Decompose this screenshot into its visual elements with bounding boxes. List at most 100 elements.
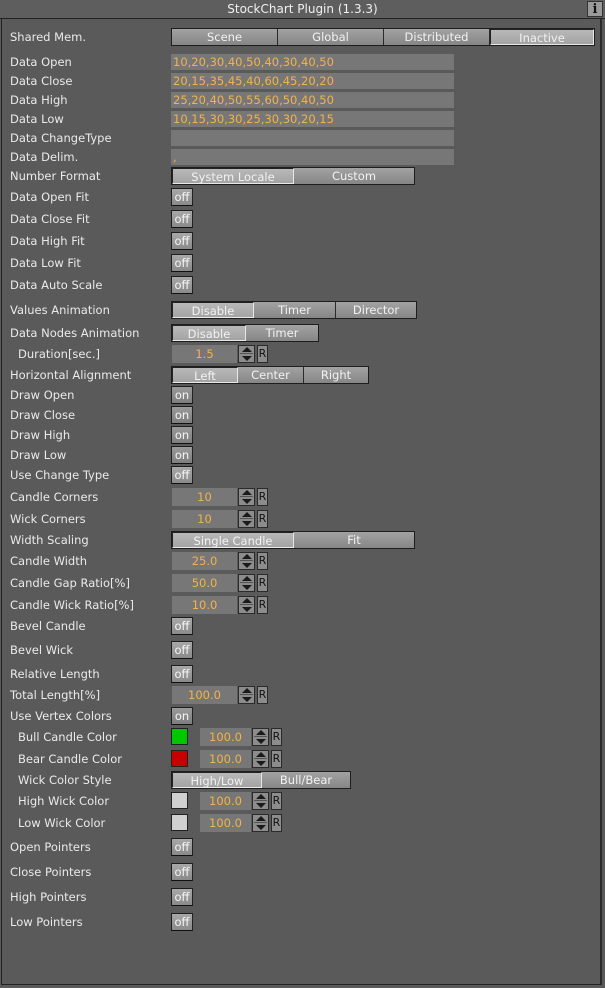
arrow-up-icon[interactable] [242, 598, 252, 603]
draw-high-toggle[interactable]: on [171, 426, 193, 444]
candle-width-input[interactable]: 25.0 [172, 552, 237, 570]
arrow-down-icon[interactable] [256, 761, 266, 766]
candle-corners-reset-button[interactable]: R [257, 488, 268, 506]
data-auto-scale-toggle[interactable]: off [171, 276, 193, 294]
arrow-down-icon[interactable] [242, 499, 252, 504]
draw-low-toggle[interactable]: on [171, 446, 193, 464]
arrow-up-icon[interactable] [256, 752, 266, 757]
bull-candle-color-swatch[interactable] [171, 728, 188, 745]
duration-reset-button[interactable]: R [257, 345, 268, 363]
close-pointers-toggle[interactable]: off [171, 863, 193, 881]
high-wick-alpha-stepper[interactable] [252, 792, 269, 810]
arrow-up-icon[interactable] [242, 554, 252, 559]
bear-candle-color-swatch[interactable] [171, 750, 188, 767]
arrow-down-icon[interactable] [242, 607, 252, 612]
shared-mem-option-global[interactable]: Global [278, 29, 384, 45]
bull-candle-alpha-reset-button[interactable]: R [271, 728, 282, 746]
data-high-input[interactable]: 25,20,40,50,55,60,50,40,50 [171, 92, 454, 108]
data-low-input[interactable]: 10,15,30,30,25,30,30,20,15 [171, 111, 454, 127]
draw-close-toggle[interactable]: on [171, 406, 193, 424]
candle-wick-ratio-reset-button[interactable]: R [257, 596, 268, 614]
arrow-down-icon[interactable] [256, 739, 266, 744]
arrow-down-icon[interactable] [242, 585, 252, 590]
shared-mem-option-distributed[interactable]: Distributed [384, 29, 490, 45]
bull-candle-alpha-stepper[interactable] [252, 728, 269, 746]
total-length-input[interactable]: 100.0 [172, 686, 237, 704]
arrow-up-icon[interactable] [242, 576, 252, 581]
arrow-down-icon[interactable] [242, 356, 252, 361]
data-changetype-input[interactable] [171, 130, 454, 146]
data-nodes-animation-option-disable[interactable]: Disable [172, 325, 246, 341]
candle-wick-ratio-stepper[interactable] [238, 596, 255, 614]
total-length-stepper[interactable] [238, 686, 255, 704]
number-format-option-system-locale[interactable]: System Locale [172, 168, 294, 184]
data-high-fit-toggle[interactable]: off [171, 232, 193, 250]
arrow-up-icon[interactable] [242, 347, 252, 352]
number-format-option-custom[interactable]: Custom [294, 168, 414, 184]
high-wick-alpha-reset-button[interactable]: R [271, 792, 282, 810]
bull-candle-alpha-input[interactable]: 100.0 [200, 728, 251, 746]
candle-gap-ratio-input[interactable]: 50.0 [172, 574, 237, 592]
data-delim-input[interactable]: , [171, 149, 454, 165]
shared-mem-option-inactive[interactable]: Inactive [490, 29, 594, 45]
info-button[interactable]: i [587, 1, 603, 17]
candle-wick-ratio-input[interactable]: 10.0 [172, 596, 237, 614]
candle-width-stepper[interactable] [238, 552, 255, 570]
use-change-type-toggle[interactable]: off [171, 466, 193, 484]
high-wick-alpha-input[interactable]: 100.0 [200, 792, 251, 810]
candle-gap-ratio-reset-button[interactable]: R [257, 574, 268, 592]
arrow-up-icon[interactable] [242, 512, 252, 517]
values-animation-option-timer[interactable]: Timer [254, 302, 336, 318]
bear-candle-alpha-reset-button[interactable]: R [271, 750, 282, 768]
arrow-up-icon[interactable] [256, 794, 266, 799]
shared-mem-option-scene[interactable]: Scene [172, 29, 278, 45]
candle-width-reset-button[interactable]: R [257, 552, 268, 570]
wick-color-style-option-bull-bear[interactable]: Bull/Bear [262, 772, 350, 788]
arrow-up-icon[interactable] [256, 816, 266, 821]
candle-corners-input[interactable]: 10 [172, 488, 237, 506]
high-wick-color-swatch[interactable] [171, 792, 188, 809]
low-wick-alpha-stepper[interactable] [252, 814, 269, 832]
arrow-down-icon[interactable] [242, 563, 252, 568]
horizontal-alignment-option-left[interactable]: Left [172, 367, 238, 383]
width-scaling-option-single-candle[interactable]: Single Candle [172, 532, 294, 548]
arrow-down-icon[interactable] [242, 521, 252, 526]
bear-candle-alpha-stepper[interactable] [252, 750, 269, 768]
bevel-wick-toggle[interactable]: off [171, 641, 193, 659]
total-length-reset-button[interactable]: R [257, 686, 268, 704]
use-vertex-colors-toggle[interactable]: on [171, 707, 193, 725]
data-nodes-animation-option-timer[interactable]: Timer [246, 325, 318, 341]
draw-open-toggle[interactable]: on [171, 386, 193, 404]
high-pointers-toggle[interactable]: off [171, 888, 193, 906]
width-scaling-option-fit[interactable]: Fit [294, 532, 414, 548]
arrow-up-icon[interactable] [242, 490, 252, 495]
data-open-fit-toggle[interactable]: off [171, 188, 193, 206]
data-close-fit-toggle[interactable]: off [171, 210, 193, 228]
wick-corners-reset-button[interactable]: R [257, 510, 268, 528]
values-animation-option-disable[interactable]: Disable [172, 302, 254, 318]
duration-stepper[interactable] [238, 345, 255, 363]
data-low-fit-toggle[interactable]: off [171, 254, 193, 272]
low-pointers-toggle[interactable]: off [171, 913, 193, 931]
arrow-up-icon[interactable] [242, 688, 252, 693]
candle-gap-ratio-stepper[interactable] [238, 574, 255, 592]
horizontal-alignment-option-right[interactable]: Right [304, 367, 368, 383]
duration-input[interactable]: 1.5 [172, 345, 237, 363]
horizontal-alignment-option-center[interactable]: Center [238, 367, 304, 383]
wick-color-style-option-high-low[interactable]: High/Low [172, 772, 262, 788]
data-close-input[interactable]: 20,15,35,45,40,60,45,20,20 [171, 73, 454, 89]
open-pointers-toggle[interactable]: off [171, 838, 193, 856]
low-wick-color-swatch[interactable] [171, 814, 188, 831]
arrow-down-icon[interactable] [256, 803, 266, 808]
data-open-input[interactable]: 10,20,30,40,50,40,30,40,50 [171, 54, 454, 70]
candle-corners-stepper[interactable] [238, 488, 255, 506]
relative-length-toggle[interactable]: off [171, 665, 193, 683]
bevel-candle-toggle[interactable]: off [171, 617, 193, 635]
low-wick-alpha-reset-button[interactable]: R [271, 814, 282, 832]
values-animation-option-director[interactable]: Director [336, 302, 416, 318]
bear-candle-alpha-input[interactable]: 100.0 [200, 750, 251, 768]
low-wick-alpha-input[interactable]: 100.0 [200, 814, 251, 832]
arrow-down-icon[interactable] [242, 697, 252, 702]
wick-corners-input[interactable]: 10 [172, 510, 237, 528]
wick-corners-stepper[interactable] [238, 510, 255, 528]
